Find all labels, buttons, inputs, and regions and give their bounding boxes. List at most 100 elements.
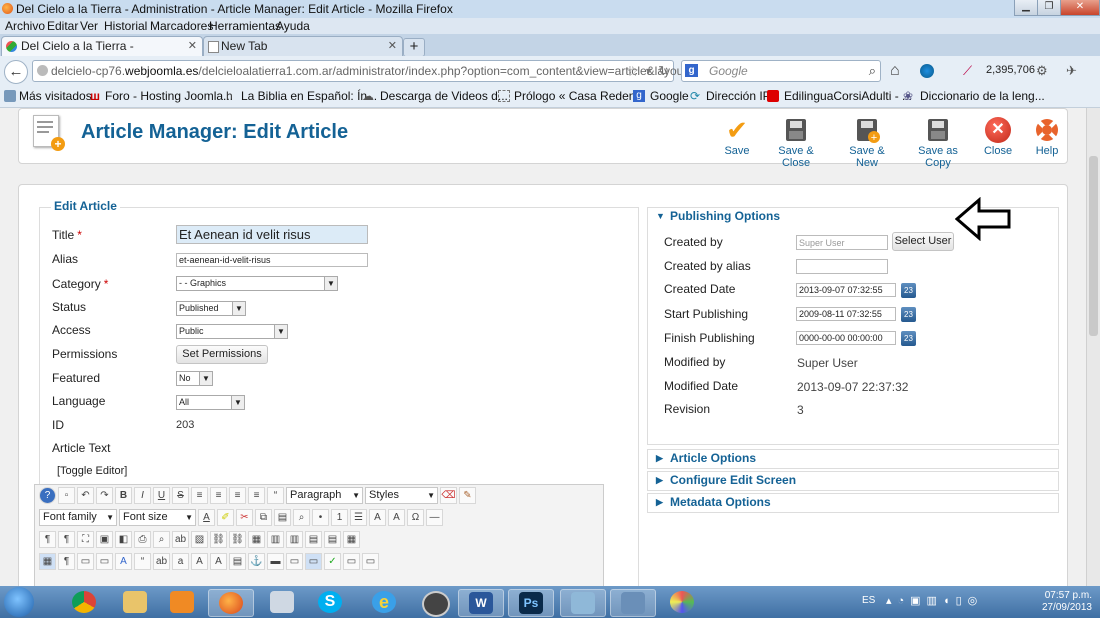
find-icon[interactable]: ⌕ bbox=[153, 531, 170, 548]
close-window-button[interactable]: ✕ bbox=[1060, 0, 1100, 16]
title-input[interactable]: Et Aenean id velit risus bbox=[176, 225, 368, 244]
scrollbar-thumb[interactable] bbox=[1089, 156, 1098, 336]
finish-publishing-input[interactable]: 0000-00-00 00:00:00 bbox=[796, 331, 896, 345]
set-permissions-button[interactable]: Set Permissions bbox=[176, 345, 268, 364]
bookmark-item[interactable]: Descarga de Videos d... bbox=[380, 89, 508, 103]
chrome-taskbar-button[interactable] bbox=[62, 589, 106, 615]
system-clock[interactable]: 07:57 p.m. 27/09/2013 bbox=[1042, 590, 1092, 614]
template-icon[interactable]: ▭ bbox=[77, 553, 94, 570]
close-tab-icon[interactable]: ✕ bbox=[188, 37, 197, 56]
menu-archivo[interactable]: Archivo bbox=[5, 19, 45, 33]
search-icon[interactable]: ⌕ bbox=[869, 61, 876, 81]
menu-ayuda[interactable]: Ayuda bbox=[276, 19, 310, 33]
tray-icons[interactable]: ▴◔▣▥◖▯◎ bbox=[886, 594, 983, 607]
text-color-icon[interactable]: A bbox=[198, 509, 215, 526]
app-taskbar-button[interactable] bbox=[560, 589, 606, 617]
created-by-input[interactable]: Super User bbox=[796, 235, 888, 250]
word-taskbar-button[interactable]: W bbox=[458, 589, 504, 617]
dropdown-icon[interactable]: ▼ bbox=[644, 61, 653, 81]
acronym-icon[interactable]: a bbox=[172, 553, 189, 570]
url-bar[interactable]: delcielo-cp76.webjoomla.es/delcieloalati… bbox=[32, 60, 694, 82]
styles-select[interactable]: Styles ▼ bbox=[365, 487, 438, 504]
pagebreak-icon[interactable]: ▭ bbox=[286, 553, 303, 570]
menu-marcadores[interactable]: Marcadores bbox=[150, 19, 213, 33]
bookmark-item[interactable]: Dirección IP bbox=[706, 89, 771, 103]
calendar-icon[interactable]: 23 bbox=[901, 331, 916, 346]
rtl-icon[interactable]: ¶ bbox=[58, 531, 75, 548]
table-icon[interactable]: ▦ bbox=[248, 531, 265, 548]
calendar-icon[interactable]: 23 bbox=[901, 307, 916, 322]
bookmark-item[interactable]: Diccionario de la leng... bbox=[920, 89, 1045, 103]
paragraph-select[interactable]: Paragraph ▼ bbox=[286, 487, 363, 504]
align-center-icon[interactable]: ≡ bbox=[210, 487, 227, 504]
search-bar[interactable]: g Google ⌕ bbox=[681, 60, 881, 82]
copy-icon[interactable]: ⧉ bbox=[255, 509, 272, 526]
undo-icon[interactable]: ↶ bbox=[77, 487, 94, 504]
numbered-list-icon[interactable]: 1 bbox=[331, 509, 348, 526]
merge-icon[interactable]: ▤ bbox=[305, 531, 322, 548]
bookmark-item[interactable]: La Biblia en Español: Ín... bbox=[241, 89, 377, 103]
bookmark-star-icon[interactable]: ☆ bbox=[626, 61, 639, 81]
new-document-icon[interactable]: ▫ bbox=[58, 487, 75, 504]
close-tab-icon[interactable]: ✕ bbox=[388, 37, 397, 56]
superscript-icon[interactable]: A bbox=[388, 509, 405, 526]
align-left-icon[interactable]: ≡ bbox=[229, 487, 246, 504]
menu-ver[interactable]: Ver bbox=[80, 19, 98, 33]
anchor-icon[interactable]: ⚓ bbox=[248, 553, 265, 570]
font-family-select[interactable]: Font family ▼ bbox=[39, 509, 117, 526]
omega-icon[interactable]: Ω bbox=[407, 509, 424, 526]
configure-edit-screen-header[interactable]: ▶ Configure Edit Screen bbox=[647, 471, 1059, 491]
highlight-icon[interactable]: ✐ bbox=[217, 509, 234, 526]
addon3-icon[interactable]: ✈ bbox=[1066, 63, 1077, 79]
italic-icon[interactable]: I bbox=[134, 487, 151, 504]
skype-taskbar-button[interactable]: S bbox=[308, 589, 352, 615]
align-right-icon[interactable]: ≡ bbox=[248, 487, 265, 504]
menu-historial[interactable]: Historial bbox=[104, 19, 147, 33]
menu-editar[interactable]: Editar bbox=[47, 19, 78, 33]
bookmark-item[interactable]: Más visitados bbox=[19, 89, 92, 103]
cut-icon[interactable]: ✂ bbox=[236, 509, 253, 526]
spellcheck-icon[interactable]: ✓ bbox=[324, 553, 341, 570]
layer-icon[interactable]: ▭ bbox=[96, 553, 113, 570]
underline-icon[interactable]: U bbox=[153, 487, 170, 504]
minimize-button[interactable]: ▁ bbox=[1014, 0, 1038, 16]
webcam-taskbar-button[interactable] bbox=[412, 589, 456, 617]
bookmark-item[interactable]: Google bbox=[650, 89, 689, 103]
ltr-icon[interactable]: ¶ bbox=[39, 531, 56, 548]
created-date-input[interactable]: 2013-09-07 07:32:55 bbox=[796, 283, 896, 297]
firefox-taskbar-button[interactable] bbox=[208, 589, 254, 617]
subscript-icon[interactable]: A bbox=[369, 509, 386, 526]
network-taskbar-button[interactable] bbox=[610, 589, 656, 617]
bookmark-item[interactable]: EdilinguaCorsiAdulti - ... bbox=[784, 89, 912, 103]
select-user-button[interactable]: Select User bbox=[892, 232, 954, 251]
grid-icon[interactable]: ▦ bbox=[39, 553, 56, 570]
cite-icon[interactable]: “ bbox=[134, 553, 151, 570]
language-indicator[interactable]: ES bbox=[862, 595, 875, 606]
abbr-icon[interactable]: ab bbox=[153, 553, 170, 570]
category-select[interactable]: - - Graphics ▼ bbox=[176, 276, 338, 291]
bullet-list-icon[interactable]: • bbox=[312, 509, 329, 526]
help-button[interactable]: Help bbox=[1031, 117, 1063, 157]
addon2-icon[interactable]: ⚙ bbox=[1036, 63, 1048, 79]
align-justify-icon[interactable]: ≡ bbox=[191, 487, 208, 504]
blockquote-icon[interactable]: “ bbox=[267, 487, 284, 504]
help-icon[interactable]: ? bbox=[39, 487, 56, 504]
explorer-taskbar-button[interactable] bbox=[113, 589, 157, 615]
access-select[interactable]: Public ▼ bbox=[176, 324, 288, 339]
bookmark-item[interactable]: Foro - Hosting Joomla... bbox=[105, 89, 233, 103]
fullscreen-icon[interactable]: ⛶ bbox=[77, 531, 94, 548]
calendar-icon[interactable]: 23 bbox=[901, 283, 916, 298]
list-icon[interactable]: ☰ bbox=[350, 509, 367, 526]
font-size-select[interactable]: Font size ▼ bbox=[119, 509, 196, 526]
del-icon[interactable]: A bbox=[210, 553, 227, 570]
vertical-scrollbar[interactable] bbox=[1086, 108, 1100, 586]
save-and-new-button[interactable]: + Save & New bbox=[837, 117, 897, 169]
back-button[interactable]: ← bbox=[4, 60, 28, 84]
save-button[interactable]: ✔ Save bbox=[719, 117, 755, 157]
attrib-icon[interactable]: ▤ bbox=[229, 553, 246, 570]
addon-icon[interactable] bbox=[920, 64, 934, 78]
redo-icon[interactable]: ↷ bbox=[96, 487, 113, 504]
media-icon[interactable]: ▭ bbox=[362, 553, 379, 570]
split-icon[interactable]: ▤ bbox=[324, 531, 341, 548]
media-taskbar-button[interactable] bbox=[160, 589, 204, 615]
